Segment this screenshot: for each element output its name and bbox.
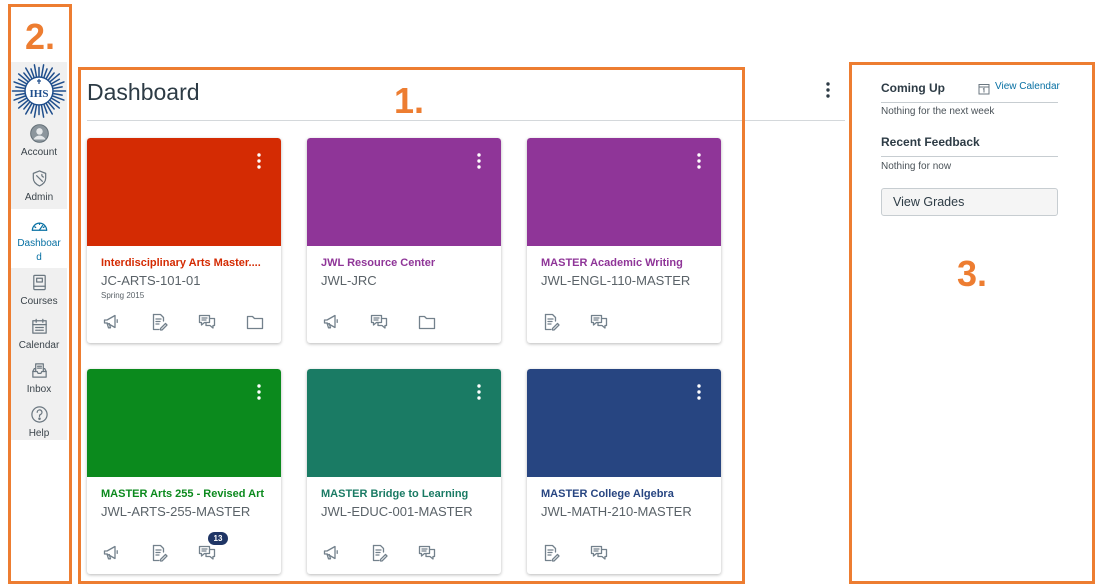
dashboard-icon — [30, 217, 49, 236]
logo-seal-icon: IHS — [11, 64, 67, 118]
course-card: MASTER Academic Writing JWL-ENGL-110-MAST… — [527, 138, 721, 343]
coming-up-divider — [881, 102, 1058, 103]
more-options-icon[interactable] — [257, 153, 261, 169]
course-card-actions — [542, 544, 608, 562]
course-card-actions — [322, 544, 436, 562]
course-code: JWL-EDUC-001-MASTER — [321, 504, 473, 519]
course-title[interactable]: MASTER Arts 255 - Revised Art — [101, 488, 264, 501]
nav-item-label: Courses — [20, 296, 58, 307]
nav-item-label: Admin — [24, 192, 54, 203]
account-icon — [29, 124, 49, 143]
logo-text: IHS — [30, 88, 49, 100]
help-icon — [30, 405, 49, 424]
course-code: JC-ARTS-101-01 — [101, 273, 201, 288]
course-term: Spring 2015 — [101, 291, 145, 300]
nav-item-account[interactable]: Account — [11, 119, 67, 164]
course-code: JWL-ENGL-110-MASTER — [541, 273, 691, 288]
more-options-icon[interactable] — [697, 153, 701, 169]
nav-item-label: Account — [20, 147, 58, 158]
nav-item-admin[interactable]: Admin — [11, 164, 67, 209]
nav-item-inbox[interactable]: Inbox — [11, 356, 67, 400]
course-card: JWL Resource Center JWL-JRC — [307, 138, 501, 343]
announcements-icon[interactable] — [102, 313, 120, 331]
course-card-actions — [322, 313, 436, 331]
annotation-label-1: 1. — [394, 80, 425, 121]
course-card-header[interactable] — [307, 138, 501, 246]
calendar-icon — [30, 317, 49, 336]
course-card-header[interactable] — [307, 369, 501, 477]
course-card-header[interactable] — [527, 369, 721, 477]
more-options-icon[interactable] — [477, 153, 481, 169]
course-card-actions — [102, 313, 264, 331]
files-icon[interactable] — [246, 313, 264, 331]
inbox-icon — [30, 361, 49, 380]
course-card: MASTER College Algebra JWL-MATH-210-MASTE… — [527, 369, 721, 574]
course-card-header[interactable] — [527, 138, 721, 246]
view-calendar-link[interactable]: View Calendar — [995, 81, 1060, 93]
page-title: Dashboard — [87, 79, 200, 105]
nav-item-label: Dashboard — [17, 238, 61, 263]
course-title[interactable]: Interdisciplinary Arts Master.... — [101, 257, 261, 270]
course-card: Interdisciplinary Arts Master.... JC-ARTS… — [87, 138, 281, 343]
discussions-icon[interactable]: 13 — [198, 532, 228, 562]
more-options-icon[interactable] — [826, 82, 830, 98]
nav-item-help[interactable]: Help — [11, 400, 67, 440]
course-title[interactable]: JWL Resource Center — [321, 257, 435, 270]
annotation-label-3: 3. — [957, 253, 988, 294]
courses-icon — [30, 273, 49, 292]
course-code: JWL-ARTS-255-MASTER — [101, 504, 251, 519]
more-options-icon[interactable] — [697, 384, 701, 400]
course-card: MASTER Arts 255 - Revised Art JWL-ARTS-25… — [87, 369, 281, 574]
recent-feedback-heading: Recent Feedback — [881, 135, 980, 149]
course-title[interactable]: MASTER College Algebra — [541, 488, 674, 501]
nav-item-courses[interactable]: Courses — [11, 268, 67, 312]
nav-menu: Account Admin Dashboard Courses Calendar Inbo… — [11, 119, 67, 440]
course-card: MASTER Bridge to Learning JWL-EDUC-001-MA… — [307, 369, 501, 574]
admin-icon — [30, 169, 49, 188]
recent-feedback-divider — [881, 156, 1058, 157]
assignments-icon[interactable] — [150, 544, 168, 562]
discussions-icon[interactable] — [370, 313, 388, 331]
discussions-icon[interactable] — [590, 313, 608, 331]
assignments-icon[interactable] — [542, 544, 560, 562]
announcements-icon[interactable] — [102, 544, 120, 562]
nav-item-label: Inbox — [26, 384, 52, 395]
course-title[interactable]: MASTER Academic Writing — [541, 257, 683, 270]
institution-logo[interactable]: IHS — [11, 62, 67, 119]
annotation-label-2: 2. — [25, 16, 56, 57]
view-grades-button[interactable]: View Grades — [881, 188, 1058, 216]
nav-item-label: Help — [28, 428, 50, 439]
assignments-icon[interactable] — [542, 313, 560, 331]
discussions-icon[interactable] — [418, 544, 436, 562]
assignments-icon[interactable] — [150, 313, 168, 331]
nav-item-dashboard[interactable]: Dashboard — [11, 209, 67, 268]
course-card-actions: 13 — [102, 532, 228, 562]
recent-feedback-empty-message: Nothing for now — [881, 161, 952, 172]
coming-up-heading: Coming Up — [881, 81, 945, 95]
calendar-icon[interactable] — [978, 82, 990, 95]
more-options-icon[interactable] — [477, 384, 481, 400]
assignments-icon[interactable] — [370, 544, 388, 562]
more-options-icon[interactable] — [257, 384, 261, 400]
header-divider — [87, 120, 845, 121]
files-icon[interactable] — [418, 313, 436, 331]
global-nav: IHS Account Admin Dashboard Courses Calendar… — [11, 62, 67, 440]
course-card-header[interactable] — [87, 138, 281, 246]
course-card-actions — [542, 313, 608, 331]
discussions-icon[interactable] — [590, 544, 608, 562]
course-code: JWL-JRC — [321, 273, 377, 288]
discussions-icon[interactable] — [198, 313, 216, 331]
coming-up-empty-message: Nothing for the next week — [881, 106, 995, 117]
nav-item-label: Calendar — [18, 340, 60, 351]
announcements-icon[interactable] — [322, 313, 340, 331]
nav-item-calendar[interactable]: Calendar — [11, 312, 67, 356]
course-title[interactable]: MASTER Bridge to Learning — [321, 488, 468, 501]
course-code: JWL-MATH-210-MASTER — [541, 504, 692, 519]
unread-count-badge: 13 — [208, 532, 228, 545]
announcements-icon[interactable] — [322, 544, 340, 562]
course-card-header[interactable] — [87, 369, 281, 477]
